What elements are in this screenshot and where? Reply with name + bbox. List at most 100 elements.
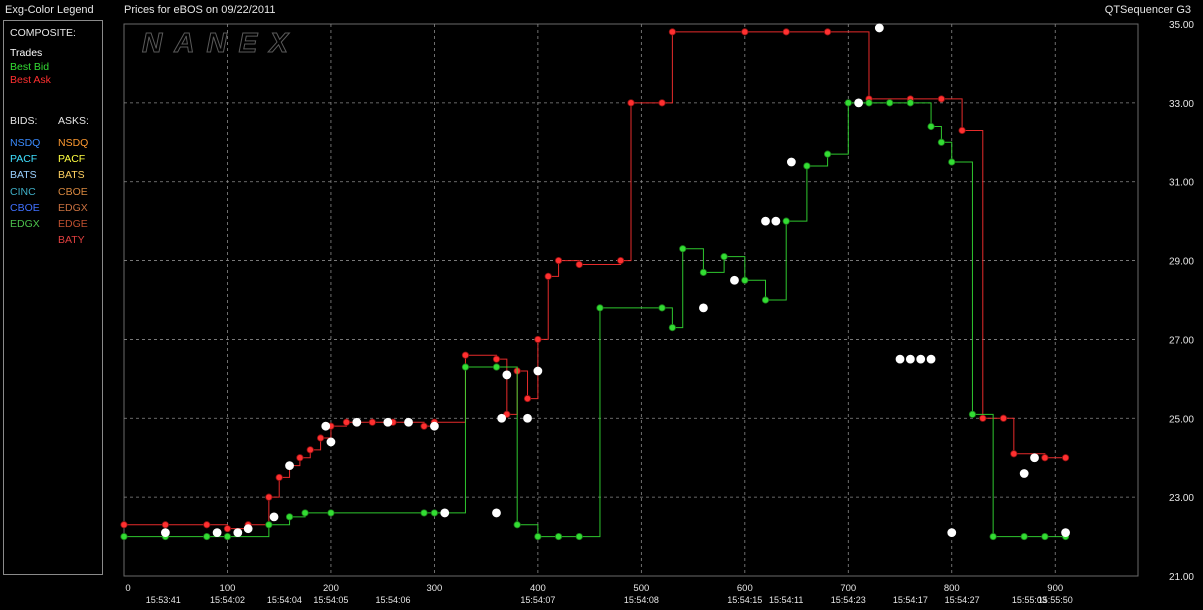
x-tick-label: 400 bbox=[530, 583, 546, 594]
data-point-best-bid bbox=[782, 217, 790, 225]
data-point-best-ask bbox=[823, 28, 832, 36]
y-tick-label: 23.00 bbox=[1169, 493, 1194, 504]
data-point-best-bid bbox=[265, 521, 273, 529]
data-point-trades bbox=[285, 461, 294, 471]
data-point-best-ask bbox=[937, 95, 946, 103]
data-point-best-bid bbox=[823, 150, 832, 158]
data-point-trades bbox=[352, 417, 362, 427]
data-point-trades bbox=[269, 512, 279, 522]
data-point-best-bid bbox=[927, 122, 935, 131]
data-point-best-bid bbox=[420, 509, 428, 517]
data-point-best-bid bbox=[679, 245, 687, 253]
x-time-label: 15:54:15 bbox=[727, 595, 762, 605]
nanex-watermark: NANEX bbox=[142, 27, 300, 58]
data-point-best-ask bbox=[782, 28, 790, 36]
data-point-best-ask bbox=[999, 414, 1008, 422]
data-point-best-bid bbox=[865, 99, 873, 107]
data-point-best-bid bbox=[120, 532, 128, 541]
data-point-best-ask bbox=[223, 525, 232, 533]
data-point-best-ask bbox=[316, 434, 325, 442]
data-point-best-ask bbox=[554, 256, 563, 265]
x-tick-label: 800 bbox=[944, 583, 960, 594]
data-point-trades bbox=[523, 413, 532, 423]
data-point-best-ask bbox=[161, 521, 169, 529]
data-point-trades bbox=[874, 23, 884, 33]
data-point-best-bid bbox=[948, 158, 956, 166]
data-point-best-bid bbox=[699, 268, 708, 276]
data-point-best-bid bbox=[968, 410, 977, 418]
data-point-best-ask bbox=[627, 99, 635, 107]
x-time-label: 15:54:17 bbox=[893, 595, 928, 605]
y-tick-label: 25.00 bbox=[1169, 414, 1194, 425]
data-point-best-ask bbox=[342, 418, 351, 426]
data-point-best-ask bbox=[741, 28, 749, 36]
data-point-best-ask bbox=[275, 473, 283, 482]
data-point-trades bbox=[730, 275, 739, 285]
data-point-best-bid bbox=[1020, 532, 1028, 541]
data-point-best-ask bbox=[575, 260, 583, 269]
data-point-best-bid bbox=[513, 521, 521, 529]
data-point-best-bid bbox=[720, 253, 728, 261]
data-point-trades bbox=[383, 417, 393, 427]
data-point-best-bid bbox=[554, 532, 563, 541]
data-point-best-ask bbox=[368, 418, 376, 426]
data-point-best-bid bbox=[285, 513, 294, 521]
data-point-best-bid bbox=[668, 323, 676, 332]
data-point-best-bid bbox=[301, 509, 309, 517]
data-point-best-bid bbox=[430, 509, 439, 517]
data-point-trades bbox=[1061, 528, 1070, 538]
data-point-trades bbox=[243, 524, 253, 534]
data-point-trades bbox=[771, 216, 781, 226]
data-point-trades bbox=[533, 366, 543, 376]
data-point-best-bid bbox=[844, 99, 852, 107]
data-point-trades bbox=[1030, 453, 1039, 463]
data-point-trades bbox=[916, 354, 926, 364]
x-time-label: 15:54:27 bbox=[945, 595, 980, 605]
data-point-best-bid bbox=[534, 532, 542, 541]
data-point-best-bid bbox=[761, 296, 770, 304]
data-point-trades bbox=[905, 354, 915, 364]
data-point-trades bbox=[440, 508, 450, 518]
data-point-trades bbox=[160, 528, 170, 538]
data-point-trades bbox=[854, 98, 864, 108]
data-point-best-ask bbox=[1010, 450, 1018, 458]
x-tick-label: 300 bbox=[426, 583, 442, 594]
data-point-best-ask bbox=[296, 454, 304, 462]
data-point-best-bid bbox=[906, 99, 914, 107]
data-point-trades bbox=[212, 528, 222, 538]
data-point-trades bbox=[233, 528, 243, 538]
x-time-label: 15:55:03 bbox=[1012, 595, 1047, 605]
data-point-best-ask bbox=[306, 446, 314, 454]
x-time-label: 15:54:08 bbox=[624, 595, 659, 605]
x-tick-label: 100 bbox=[220, 583, 236, 594]
data-point-trades bbox=[326, 437, 336, 447]
data-point-best-bid bbox=[575, 532, 583, 541]
y-tick-label: 33.00 bbox=[1169, 99, 1194, 110]
x-tick-label: 700 bbox=[840, 583, 856, 594]
data-point-trades bbox=[926, 354, 936, 364]
data-point-trades bbox=[1019, 469, 1029, 478]
data-point-best-ask bbox=[1041, 454, 1049, 462]
data-point-best-bid bbox=[741, 276, 749, 284]
x-tick-label: 900 bbox=[1047, 583, 1063, 594]
data-point-best-ask bbox=[979, 414, 987, 422]
x-time-label: 15:54:11 bbox=[769, 595, 803, 605]
data-point-best-bid bbox=[803, 162, 811, 170]
data-point-trades bbox=[761, 216, 770, 226]
price-chart: NANEX 21.00 23.00 25.00 27.00 29.00 31.00 33.00… bbox=[120, 20, 1194, 605]
x-tick-label: 0 bbox=[125, 583, 130, 594]
data-point-best-ask bbox=[120, 521, 128, 529]
data-point-best-ask bbox=[265, 493, 273, 501]
data-point-trades bbox=[492, 508, 501, 518]
data-point-best-ask bbox=[534, 335, 542, 344]
x-time-label: 15:53:41 bbox=[146, 595, 181, 605]
data-point-trades bbox=[895, 354, 905, 364]
y-tick-label: 21.00 bbox=[1169, 572, 1194, 583]
data-point-best-ask bbox=[668, 28, 676, 36]
data-point-best-ask bbox=[203, 521, 211, 529]
data-point-best-bid bbox=[461, 363, 470, 371]
data-point-best-ask bbox=[420, 422, 428, 430]
x-time-label: 15:54:04 bbox=[267, 595, 302, 605]
data-point-best-ask bbox=[617, 256, 625, 265]
data-point-trades bbox=[502, 370, 512, 380]
